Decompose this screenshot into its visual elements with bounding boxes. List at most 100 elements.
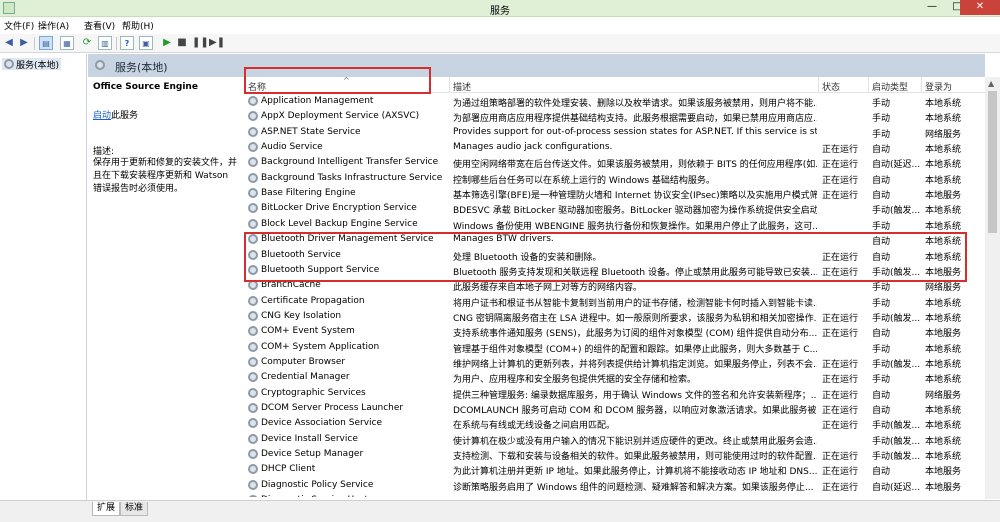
column-divider[interactable] [921,77,922,92]
service-log-on-as: 本地系统 [925,99,962,109]
back-icon[interactable]: ◀ [2,36,16,50]
column-description[interactable]: 描述 [453,80,471,93]
tab-standard[interactable]: 标准 [120,502,149,516]
forward-icon[interactable]: ▶ [17,36,31,50]
service-row[interactable]: DHCP Client 为此计算机注册并更新 IP 地址。如果此服务停止，计算机将… [245,462,985,477]
help-icon[interactable]: ? [120,36,134,50]
service-row[interactable]: Application Management 为通过组策略部署的软件处理安装、删除… [245,94,985,109]
service-name: BranchCache [261,280,321,291]
menu-file[interactable]: 文件(F) [4,19,34,32]
service-log-on-as: 本地系统 [925,452,962,463]
service-row[interactable]: Bluetooth Support Service Bluetooth 服务支持发… [245,263,985,278]
service-row[interactable]: DCOM Server Process Launcher DCOMLAUNCH 服… [245,401,985,416]
service-row[interactable]: AppX Deployment Service (AXSVC) 为部署应用商店应用… [245,109,985,124]
minimize-button[interactable]: — [919,0,945,15]
column-log-on-as[interactable]: 登录为 [925,80,952,93]
stop-service-icon[interactable]: ■ [175,36,189,50]
service-description: 为通过组策略部署的软件处理安装、删除以及枚举请求。如果该服务被禁用，则用户将不能… [453,99,817,109]
service-startup-type: 手动(触发... [872,452,921,463]
service-row[interactable]: Device Install Service 使计算机在极少或没有用户输入的情况下… [245,432,985,447]
service-gear-icon [248,249,259,261]
service-description: Provides support for out-of-process sess… [453,126,817,137]
service-gear-icon [248,188,259,199]
service-row[interactable]: Certificate Propagation 将用户证书和根证书从智能卡复制到当… [245,294,985,309]
service-row[interactable]: Base Filtering Engine 基本筛选引擎(BFE)是一种管理防火墙… [245,186,985,201]
service-description: 为此计算机注册并更新 IP 地址。如果此服务停止，计算机将不能接收动态 IP 地… [453,467,817,478]
column-divider[interactable] [818,77,819,92]
service-row[interactable]: BranchCache 此服务缓存来自本地子网上对等方的网络内容。 手动 网络服务 [245,278,985,293]
column-divider[interactable] [449,77,450,92]
service-row[interactable]: CNG Key Isolation CNG 密钥隔离服务宿主在 LSA 进程中。如… [245,309,985,324]
gear-icon [95,60,105,70]
restart-service-icon[interactable]: ▶❚ [209,36,225,50]
service-gear-icon [248,157,259,168]
service-row[interactable]: Bluetooth Service 处理 Bluetooth 设备的安装和删除。 正… [245,248,985,263]
service-row[interactable]: Diagnostic Service Host诊断服务主机被诊断策略服务用来承载… [245,493,985,497]
refresh-icon[interactable]: ⟳ [80,36,94,50]
menu-action[interactable]: 操作(A) [38,19,69,32]
start-service-icon[interactable]: ▶ [160,36,174,50]
gear-icon [248,172,258,183]
gear-icon [248,157,258,168]
service-gear-icon [248,172,259,184]
service-row[interactable]: Background Tasks Infrastructure Service 控… [245,171,985,186]
pane-header-title: 服务(本地) [115,61,168,74]
service-row[interactable]: Cryptographic Services 提供三种管理服务: 编录数据库服务，… [245,386,985,401]
service-startup-type: 手动 [872,375,891,386]
service-startup-type: 自动 [872,191,891,202]
service-row[interactable]: Computer Browser 维护网络上计算机的更新列表，并将列表提供给计算机… [245,355,985,370]
service-description: Manages audio jack configurations. [453,142,613,153]
pause-service-icon[interactable]: ❚❚ [192,36,209,50]
service-gear-icon [248,495,259,497]
service-row[interactable]: Block Level Backup Engine Service Windows… [245,217,985,232]
service-name: AppX Deployment Service (AXSVC) [261,111,420,122]
column-divider[interactable] [868,77,869,92]
service-name: Credential Manager [261,372,350,383]
service-log-on-as: 本地服务 [925,495,985,497]
service-row[interactable]: Diagnostic Policy Service 诊断策略服务启用了 Windo… [245,478,985,493]
service-row[interactable]: Bluetooth Driver Management Service Manag… [245,232,985,247]
gear-icon [248,464,258,475]
service-description: 控制哪些后台任务可以在系统上运行的 Windows 基础结构服务。 [453,175,715,186]
close-button[interactable]: ✕ [960,0,1000,15]
gear-icon [248,218,258,229]
service-row[interactable]: ASP.NET State Service Provides support fo… [245,125,985,140]
column-startup-type[interactable]: 启动类型 [872,80,908,93]
menu-help[interactable]: 帮助(H) [122,19,154,32]
scroll-up-icon[interactable]: ▲ [988,79,994,88]
service-description: 将用户证书和根证书从智能卡复制到当前用户的证书存储，检测智能卡何时插入到智能卡读… [453,298,817,309]
service-name: Device Setup Manager [261,449,364,460]
tab-extended[interactable]: 扩展 [92,502,121,516]
service-log-on-as: 本地系统 [925,313,962,324]
export-list-icon[interactable]: ▥ [98,36,112,50]
service-gear-icon [248,111,259,122]
service-name: ASP.NET State Service [261,126,361,137]
start-service-link[interactable]: 启动 [93,111,111,121]
service-row[interactable]: COM+ System Application 管理基于组件对象模型 (COM+)… [245,340,985,355]
services-list: Application Management 为通过组策略部署的软件处理安装、删除… [245,94,985,497]
service-gear-icon [248,326,259,337]
service-row[interactable]: Device Association Service 在系统与有线或无线设备之间启… [245,416,985,431]
service-startup-type: 自动 [872,390,891,401]
scrollbar-thumb[interactable] [988,91,997,233]
service-log-on-as: 本地服务 [925,191,962,202]
column-status[interactable]: 状态 [822,80,840,93]
properties-icon[interactable]: ▣ [139,36,153,50]
menu-view[interactable]: 查看(V) [84,19,115,32]
service-row[interactable]: Background Intelligent Transfer Service 使… [245,155,985,170]
gear-icon [248,418,258,429]
vertical-scrollbar[interactable]: ▲ [985,77,1000,499]
list-view-icon[interactable]: ▦ [60,36,74,50]
service-row[interactable]: Device Setup Manager 支持检测、下载和安装与设备相关的软件。如… [245,447,985,462]
service-row[interactable]: BitLocker Drive Encryption Service BDESVC… [245,201,985,216]
service-description: 使用空闲网络带宽在后台传送文件。如果该服务被禁用，则依赖于 BITS 的任何应用… [453,160,817,171]
service-row[interactable]: Credential Manager 为用户、应用程序和安全服务包提供凭据的安全存… [245,370,985,385]
service-startup-type: 手动(触发... [872,267,921,278]
service-row[interactable]: COM+ Event System 支持系统事件通知服务 (SENS)，此服务为订… [245,324,985,339]
tree-node-services-local[interactable]: 服务(本地) [2,58,62,71]
column-name[interactable]: 名称 [248,80,266,93]
console-tree-icon[interactable]: ▤ [39,36,53,50]
service-row[interactable]: Audio Service Manages audio jack configur… [245,140,985,155]
service-name: Base Filtering Engine [261,188,356,199]
service-name: Block Level Backup Engine Service [261,218,418,229]
